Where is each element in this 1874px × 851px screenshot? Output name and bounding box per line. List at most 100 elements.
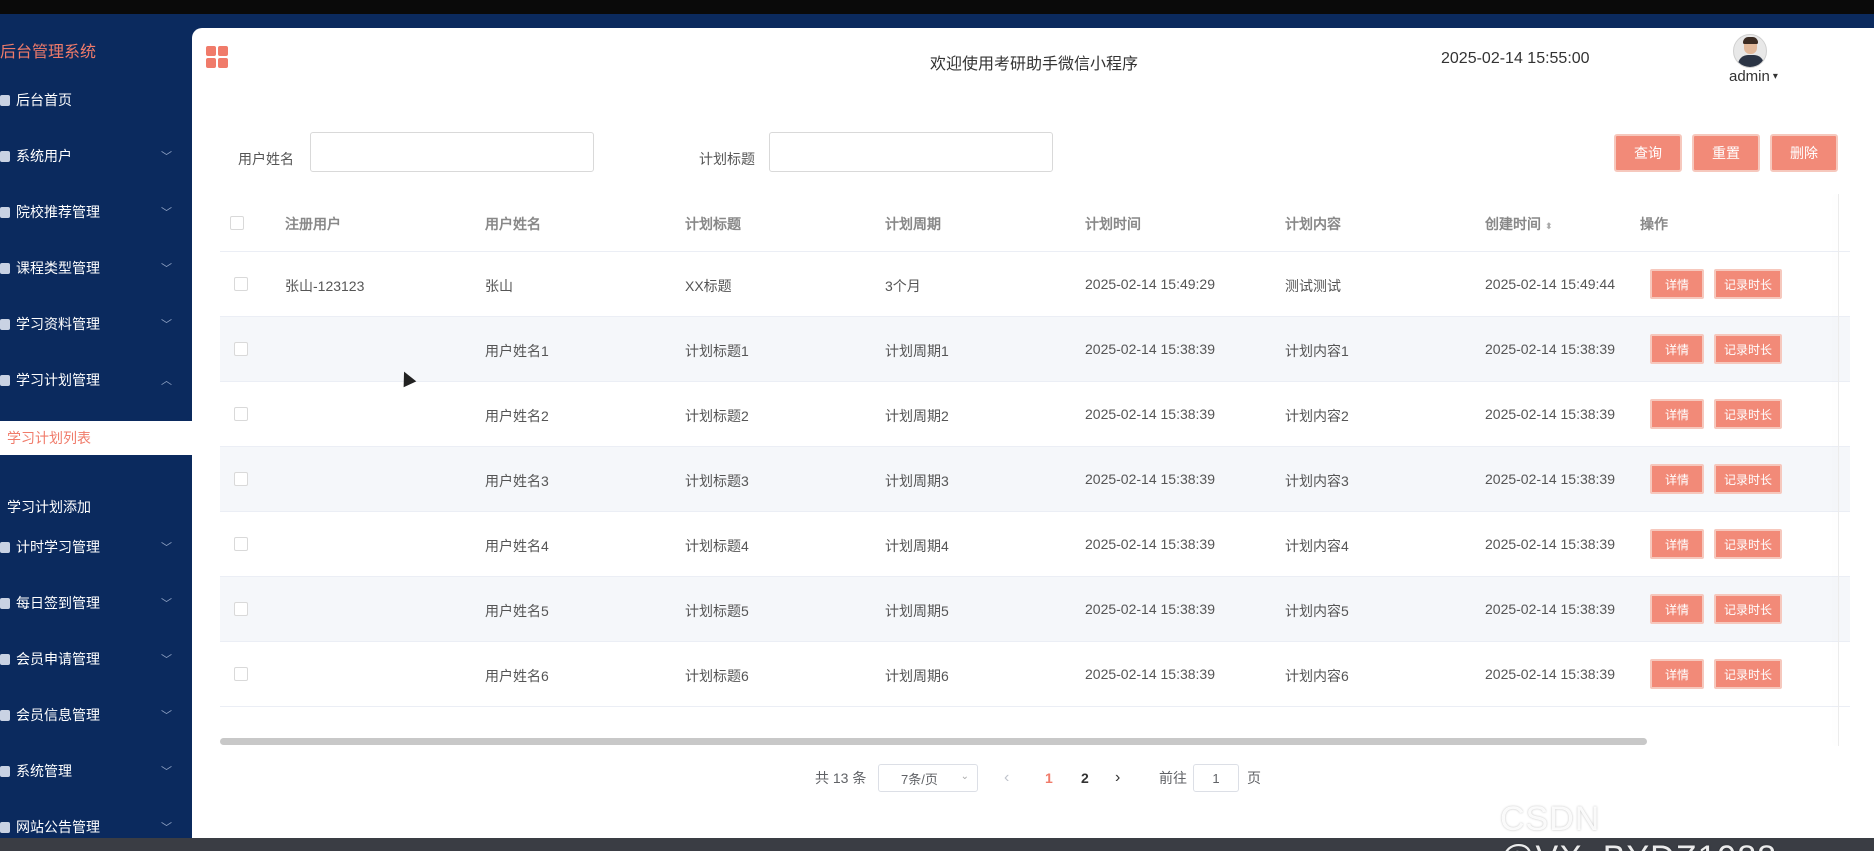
table-row[interactable]: 用户姓名4 计划标题4 计划周期4 2025-02-14 15:38:39 计划内容4 2… [220,512,1850,577]
sidebar-item-3[interactable]: 课程类型管理 ﹀ [0,248,192,288]
sidebar-item-label: 网站公告管理 [16,819,100,835]
horizontal-scrollbar[interactable] [220,738,1647,745]
menu-grid-icon[interactable] [206,46,228,68]
sort-icon[interactable]: ⬍ [1545,221,1553,231]
query-button[interactable]: 查询 [1614,134,1682,172]
table-cell: 2025-02-14 15:38:39 [1485,601,1615,617]
sidebar-item-6[interactable]: 计时学习管理 ﹀ [0,527,192,567]
column-header[interactable]: 创建时间 ⬍ [1485,214,1553,234]
record-duration-button[interactable]: 记录时长 [1714,464,1782,494]
table-cell: 用户姓名5 [485,603,549,619]
column-header-label: 计划内容 [1285,216,1341,232]
record-duration-button[interactable]: 记录时长 [1714,659,1782,689]
table-row[interactable]: 用户姓名2 计划标题2 计划周期2 2025-02-14 15:38:39 计划内容2 2… [220,382,1850,447]
sidebar-subitem-0[interactable]: 学习计划列表 [0,421,192,455]
record-duration-button[interactable]: 记录时长 [1714,269,1782,299]
chevron-down-icon: ⌄ [960,771,969,782]
sidebar-item-0[interactable]: 后台首页 [0,80,192,120]
avatar[interactable] [1733,34,1767,68]
table-cell: 计划内容2 [1285,408,1349,424]
row-checkbox[interactable] [234,407,248,421]
detail-button[interactable]: 详情 [1650,594,1704,624]
table-row[interactable]: 张山-123123 张山 XX标题 3个月 2025-02-14 15:49:29 测试测… [220,252,1850,317]
row-checkbox[interactable] [234,667,248,681]
table-cell: 测试测试 [1285,278,1341,294]
detail-button[interactable]: 详情 [1650,334,1704,364]
chevron-down-icon: ▾ [1772,71,1778,82]
prev-page-icon[interactable]: ‹ [1004,764,1009,792]
table-cell: 2025-02-14 15:49:44 [1485,276,1615,292]
search-label-username: 用户姓名 [238,151,294,167]
menu-item-icon [0,262,10,274]
record-duration-button[interactable]: 记录时长 [1714,399,1782,429]
delete-button[interactable]: 删除 [1770,134,1838,172]
goto-page-input[interactable] [1193,764,1239,792]
table-row[interactable]: 用户姓名1 计划标题1 计划周期1 2025-02-14 15:38:39 计划内容1 2… [220,317,1850,382]
sidebar-item-2[interactable]: 院校推荐管理 ﹀ [0,192,192,232]
column-header: 注册用户 [285,214,341,234]
table-cell: 计划周期3 [885,473,949,489]
column-header-label: 计划时间 [1085,216,1141,232]
pagination-total: 共 13 条 [815,770,867,786]
page-size-value: 7条/页 [901,771,938,787]
user-name: admin [1729,68,1770,85]
detail-button[interactable]: 详情 [1650,269,1704,299]
table-cell: 2025-02-14 15:49:29 [1085,276,1215,292]
table-cell: 张山 [485,278,513,294]
page-2[interactable]: 2 [1081,764,1089,792]
table-cell: 2025-02-14 15:38:39 [1485,666,1615,682]
sidebar-item-8[interactable]: 会员申请管理 ﹀ [0,639,192,679]
sidebar-subitem-1[interactable]: 学习计划添加 [0,490,192,524]
sidebar-item-1[interactable]: 系统用户 ﹀ [0,136,192,176]
detail-button[interactable]: 详情 [1650,399,1704,429]
sidebar: 后台管理系统 后台首页 系统用户 ﹀ 院校推荐管理 ﹀ 课程类型管理 ﹀ 学习资料管理 ﹀ 学习计… [0,14,192,845]
welcome-title: 欢迎使用考研助手微信小程序 [930,56,1139,73]
table-row[interactable]: 用户姓名3 计划标题3 计划周期3 2025-02-14 15:38:39 计划内容3 2… [220,447,1850,512]
sidebar-item-label: 会员信息管理 [16,707,100,723]
username-search-input[interactable] [310,132,594,172]
user-menu[interactable]: admin ▾ [1729,68,1778,85]
table-cell: 2025-02-14 15:38:39 [1485,471,1615,487]
record-duration-button[interactable]: 记录时长 [1714,529,1782,559]
column-header-label: 注册用户 [285,216,341,232]
plan-title-search-input[interactable] [769,132,1053,172]
sidebar-item-5[interactable]: 学习计划管理 ︿ [0,360,192,400]
select-all-checkbox[interactable] [230,216,244,230]
table-row[interactable]: 用户姓名6 计划标题6 计划周期6 2025-02-14 15:38:39 计划内容6 2… [220,642,1850,707]
next-page-icon[interactable]: › [1115,764,1120,792]
column-header: 操作 [1640,214,1668,234]
table-cell: 2025-02-14 15:38:39 [1085,536,1215,552]
table-row[interactable]: 用户姓名5 计划标题5 计划周期5 2025-02-14 15:38:39 计划内容5 2… [220,577,1850,642]
column-header: 计划周期 [885,214,941,234]
row-checkbox[interactable] [234,472,248,486]
record-duration-button[interactable]: 记录时长 [1714,334,1782,364]
detail-button[interactable]: 详情 [1650,464,1704,494]
chevron-down-icon: ﹀ [161,319,172,331]
chevron-down-icon: ﹀ [161,710,172,722]
row-checkbox[interactable] [234,537,248,551]
detail-button[interactable]: 详情 [1650,659,1704,689]
watermark: CSDN @VX_BYDZ1988 [1500,800,1776,851]
table-cell: 2025-02-14 15:38:39 [1085,666,1215,682]
row-checkbox[interactable] [234,602,248,616]
page-1[interactable]: 1 [1045,764,1053,792]
sidebar-item-label: 系统管理 [16,763,72,779]
menu-item-icon [0,206,10,218]
row-checkbox[interactable] [234,342,248,356]
table-cell: 计划标题3 [685,473,749,489]
table-cell: 用户姓名1 [485,343,549,359]
sidebar-item-9[interactable]: 会员信息管理 ﹀ [0,695,192,735]
detail-button[interactable]: 详情 [1650,529,1704,559]
row-checkbox[interactable] [234,277,248,291]
reset-button[interactable]: 重置 [1692,134,1760,172]
sidebar-item-4[interactable]: 学习资料管理 ﹀ [0,304,192,344]
window-top-bar [0,0,1874,14]
page-size-select[interactable]: 7条/页 ⌄ [878,764,978,792]
column-header-label: 计划周期 [885,216,941,232]
sidebar-item-10[interactable]: 系统管理 ﹀ [0,751,192,791]
sidebar-item-7[interactable]: 每日签到管理 ﹀ [0,583,192,623]
column-header: 计划标题 [685,214,741,234]
chevron-down-icon: ﹀ [161,151,172,163]
table-cell: 用户姓名3 [485,473,549,489]
record-duration-button[interactable]: 记录时长 [1714,594,1782,624]
